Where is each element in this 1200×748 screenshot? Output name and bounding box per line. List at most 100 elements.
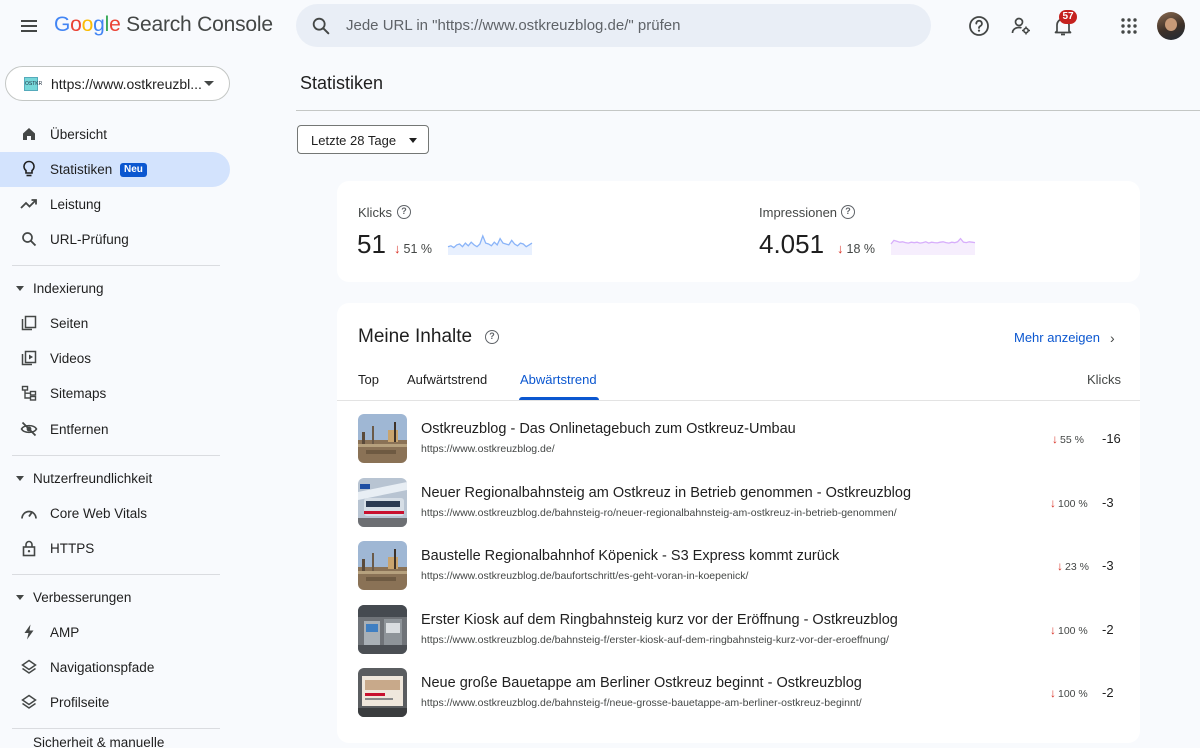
search-input[interactable] — [346, 4, 916, 47]
content-clicks-value: -2 — [1102, 685, 1114, 700]
help-icon — [969, 16, 989, 36]
main-menu-button[interactable] — [12, 9, 46, 43]
manage-accounts-icon — [1011, 17, 1030, 35]
logo-product-name: Search Console — [120, 13, 273, 36]
help-icon[interactable]: ? — [485, 330, 499, 344]
content-clicks-value: -3 — [1102, 494, 1114, 510]
content-clicks-value: -16 — [1102, 431, 1121, 446]
arrow-down-icon: ↓ — [394, 241, 401, 256]
show-more-link[interactable]: Mehr anzeigen — [1014, 330, 1100, 345]
sidebar-section-indexierung[interactable]: Indexierung — [0, 276, 230, 302]
metric-delta-impressionen: ↓ 18 % — [837, 241, 875, 256]
content-row[interactable]: Baustelle Regionalbahnhof Köpenick - S3 … — [337, 538, 1140, 601]
content-thumbnail — [358, 414, 407, 463]
sidebar-item-amp[interactable]: AMP — [0, 615, 230, 650]
sidebar-item-label: Profilseite — [50, 695, 110, 710]
sparkline-klicks — [447, 234, 533, 255]
content-url: https://www.ostkreuzblog.de/ — [421, 443, 555, 455]
content-delta: ↓ 100 % — [1050, 686, 1088, 700]
column-header-klicks: Klicks — [1087, 372, 1121, 387]
sidebar-section-verbesserungen[interactable]: Verbesserungen — [0, 585, 230, 611]
arrow-down-icon: ↓ — [837, 241, 844, 256]
page-title: Statistiken — [300, 73, 384, 93]
date-range-dropdown[interactable]: Letzte 28 Tage — [297, 125, 429, 154]
sidebar-item-label: AMP — [50, 625, 80, 640]
content-url: https://www.ostkreuzblog.de/baufortschri… — [421, 570, 749, 582]
caret-down-icon — [16, 286, 24, 291]
sidebar-item-label: Videos — [50, 351, 92, 366]
content-row[interactable]: Erster Kiosk auf dem Ringbahnsteig kurz … — [337, 602, 1140, 665]
chevron-down-icon — [204, 81, 214, 86]
arrow-down-icon: ↓ — [1052, 432, 1058, 446]
app-logo[interactable]: Google Search Console — [54, 13, 273, 37]
content-thumbnail — [358, 541, 407, 590]
help-button[interactable] — [965, 12, 993, 40]
sidebar-item-entfernen[interactable]: Entfernen — [0, 412, 230, 447]
sidebar-item-label: Core Web Vitals — [50, 506, 148, 521]
sidebar-item-statistiken[interactable]: Statistiken Neu — [0, 152, 230, 187]
sidebar-item-sitemaps[interactable]: Sitemaps — [0, 376, 230, 411]
sidebar-item-label: Seiten — [50, 316, 89, 331]
property-selector[interactable]: OSTKR https://www.ostkreuzbl... — [5, 66, 230, 101]
pages-icon — [20, 314, 38, 332]
sidebar-section-title: Indexierung — [33, 281, 104, 296]
content-delta-value: 100 % — [1058, 624, 1088, 637]
sidebar-item-label: Sitemaps — [50, 386, 107, 401]
content-delta-value: 55 % — [1060, 434, 1084, 446]
bolt-icon — [20, 623, 38, 641]
content-url: https://www.ostkreuzblog.de/bahnsteig-f/… — [421, 633, 889, 646]
my-content-card: Meine Inhalte ? Mehr anzeigen › Top Aufw… — [337, 303, 1140, 743]
content-thumbnail — [358, 668, 407, 717]
sidebar-item-leistung[interactable]: Leistung — [0, 187, 230, 222]
content-title: Meine Inhalte — [358, 326, 473, 347]
tab-top[interactable]: Top — [358, 372, 379, 387]
help-icon[interactable]: ? — [397, 205, 411, 219]
content-delta: ↓ 55 % — [1052, 432, 1084, 446]
tabs-divider — [337, 400, 1140, 401]
sidebar-item-profilseite[interactable]: Profilseite — [0, 685, 230, 720]
apps-grid-icon — [1121, 18, 1137, 34]
logo-letter: o — [81, 13, 94, 36]
metric-value-klicks: 51 — [357, 229, 386, 259]
sidebar-item-uebersicht[interactable]: Übersicht — [0, 117, 230, 152]
url-inspection-search — [296, 4, 931, 47]
page-title-divider — [296, 110, 1200, 111]
sidebar-divider — [12, 265, 220, 266]
top-app-bar: Google Search Console 57 — [0, 0, 1200, 52]
arrow-down-icon: ↓ — [1050, 686, 1056, 700]
sidebar-section-sicherheit[interactable]: Sicherheit & manuelle — [0, 730, 230, 748]
content-title-text: Neuer Regionalbahnsteig am Ostkreuz in B… — [421, 484, 912, 501]
metric-delta-klicks: ↓ 51 % — [394, 241, 432, 256]
apps-button[interactable] — [1115, 12, 1143, 40]
logo-letter: G — [54, 13, 71, 36]
arrow-down-icon: ↓ — [1057, 559, 1063, 573]
chevron-right-icon[interactable]: › — [1110, 330, 1115, 346]
sidebar-section-nutzerfreundlichkeit[interactable]: Nutzerfreundlichkeit — [0, 466, 230, 492]
tab-abwaertstrend[interactable]: Abwärtstrend — [520, 372, 597, 387]
home-icon — [20, 125, 38, 143]
content-title-text: Neue große Bauetappe am Berliner Ostkreu… — [421, 675, 862, 691]
sidebar-item-videos[interactable]: Videos — [0, 341, 230, 376]
video-icon — [20, 349, 38, 367]
property-favicon: OSTKR — [24, 77, 42, 91]
sidebar-item-url-pruefung[interactable]: URL-Prüfung — [0, 222, 230, 257]
sidebar-item-https[interactable]: HTTPS — [0, 531, 230, 566]
help-icon[interactable]: ? — [841, 205, 855, 219]
account-avatar[interactable] — [1157, 12, 1185, 40]
sidebar-item-seiten[interactable]: Seiten — [0, 306, 230, 341]
sidebar-section-title: Verbesserungen — [33, 590, 132, 605]
content-clicks-value: -2 — [1102, 621, 1114, 637]
sidebar-item-navigationspfade[interactable]: Navigationspfade — [0, 650, 230, 685]
logo-letter: g — [93, 13, 105, 36]
sidebar-item-label: Übersicht — [50, 127, 108, 142]
tab-aufwaertstrend[interactable]: Aufwärtstrend — [407, 372, 487, 387]
sidebar-item-label: URL-Prüfung — [50, 232, 129, 247]
sidebar-item-label: Statistiken — [50, 162, 113, 177]
content-row[interactable]: Ostkreuzblog - Das Onlinetagebuch zum Os… — [337, 411, 1140, 474]
content-row[interactable]: Neuer Regionalbahnsteig am Ostkreuz in B… — [337, 475, 1140, 538]
sidebar-item-core-web-vitals[interactable]: Core Web Vitals — [0, 496, 230, 531]
search-icon[interactable] — [310, 15, 332, 37]
content-delta-value: 100 % — [1058, 688, 1088, 700]
content-row[interactable]: Neue große Bauetappe am Berliner Ostkreu… — [337, 665, 1140, 728]
users-settings-button[interactable] — [1007, 12, 1035, 40]
